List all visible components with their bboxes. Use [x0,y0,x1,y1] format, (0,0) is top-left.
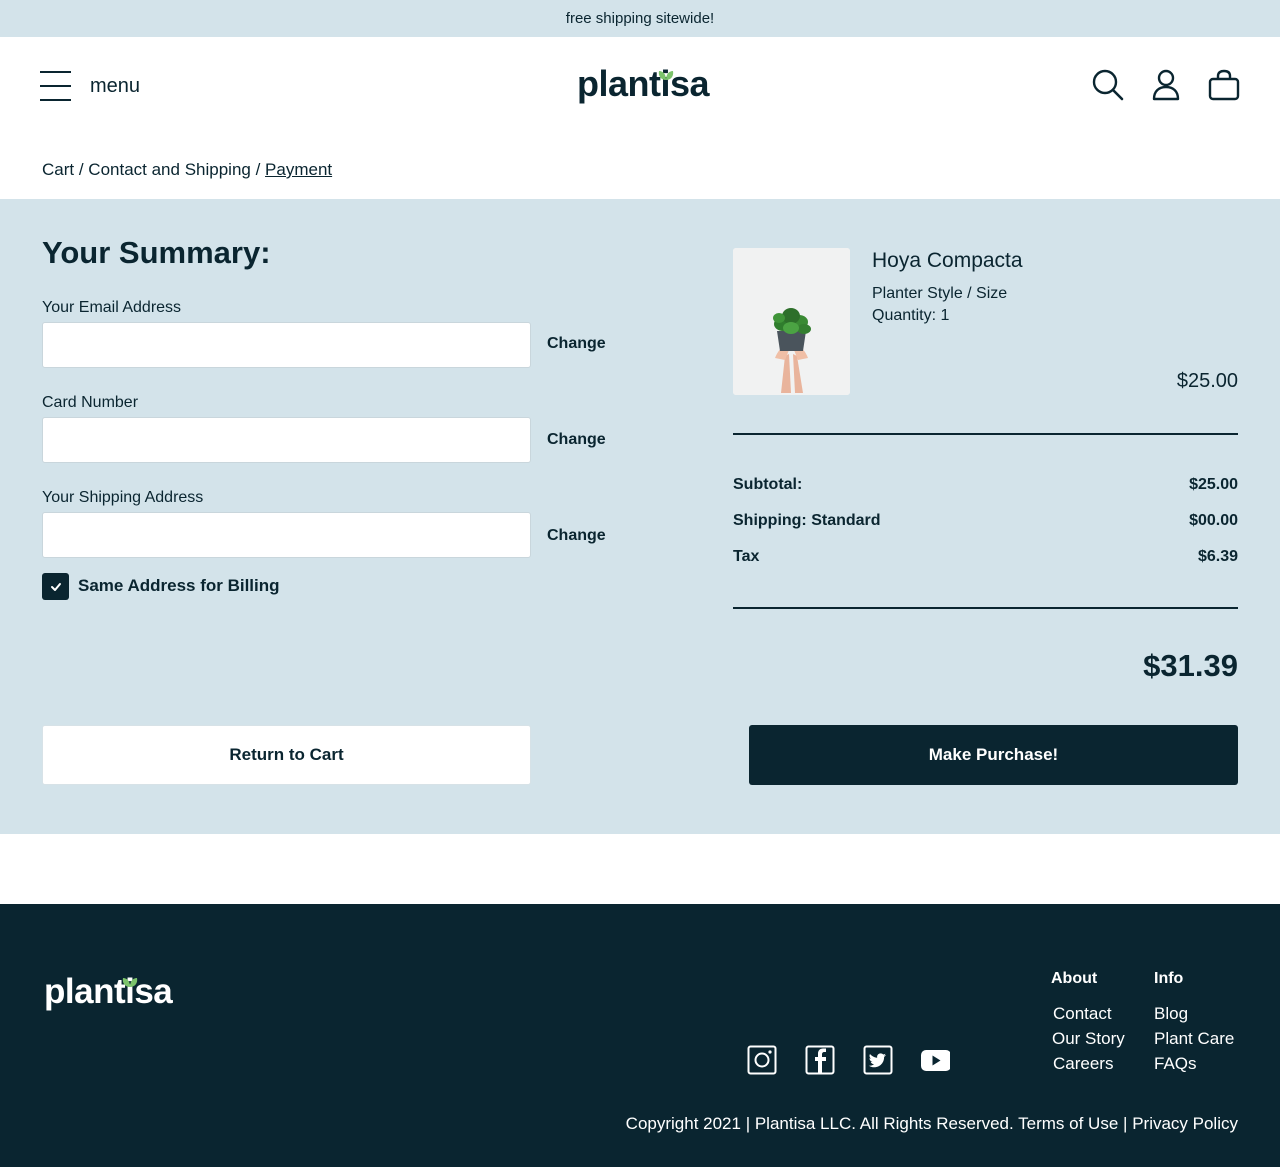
hamburger-icon [40,71,71,102]
footer-link-plant-care[interactable]: Plant Care [1154,1029,1234,1048]
logo-text: plantisa [577,63,710,104]
footer-logo-text: plantisa [44,972,173,1011]
footer-link-faqs[interactable]: FAQs [1154,1054,1234,1073]
email-label: Your Email Address [42,299,182,316]
instagram-icon[interactable] [747,1045,777,1075]
card-number-label: Card Number [42,394,139,411]
footer-divider: | [1123,1114,1128,1133]
copyright: Copyright 2021 | Plantisa LLC. All Right… [626,1114,1238,1134]
terms-of-use-link[interactable]: Terms of Use [1018,1114,1118,1133]
divider [733,433,1238,435]
facebook-icon[interactable] [805,1045,835,1075]
footer-link-contact[interactable]: Contact [1053,1004,1125,1023]
billing-checkbox[interactable] [42,573,69,600]
promo-text: free shipping sitewide! [565,10,715,27]
order-total: $31.39 [1143,648,1238,683]
change-card-link[interactable]: Change [547,431,606,449]
product-style: Planter Style / Size [872,285,1008,302]
menu-label: menu [90,75,141,97]
breadcrumb-cart[interactable]: Cart [42,160,74,179]
shipping-address-field[interactable] [42,512,531,558]
footer-about-title: About [1051,970,1098,987]
tax-value: $6.39 [1197,548,1238,565]
site-logo[interactable]: plantisa [577,63,710,111]
product-image [733,248,850,395]
product-quantity: Quantity: 1 [872,307,950,324]
twitter-icon[interactable] [863,1045,893,1075]
footer-link-careers[interactable]: Careers [1053,1054,1125,1073]
change-email-link[interactable]: Change [547,335,606,353]
youtube-icon[interactable] [920,1045,950,1075]
bag-icon[interactable] [1208,69,1240,101]
footer-logo[interactable]: plantisa [44,972,173,1012]
footer-about-column: About Contact Our Story Careers [1051,970,1125,1079]
header-icons [1092,69,1240,101]
checkout-section: Your Summary: Your Email Address Change … [0,199,1280,834]
shipping-value: $00.00 [1189,512,1238,529]
product-name: Hoya Compacta [872,249,1023,272]
tax-label: Tax [733,548,760,565]
menu-button[interactable]: menu [40,71,140,102]
shipping-address-label: Your Shipping Address [42,489,204,506]
divider [733,607,1238,609]
leaf-icon [122,978,138,987]
site-footer: plantisa About Contact Our Story Careers… [0,904,1280,1167]
email-field[interactable] [42,322,531,368]
promo-banner: free shipping sitewide! [0,0,1280,37]
card-number-field[interactable] [42,417,531,463]
footer-link-blog[interactable]: Blog [1154,1004,1234,1023]
leaf-icon [658,71,674,80]
subtotal-value: $25.00 [1189,476,1238,493]
breadcrumb: Cart / Contact and Shipping / Payment [42,160,332,180]
footer-info-title: Info [1154,970,1184,987]
privacy-policy-link[interactable]: Privacy Policy [1132,1114,1238,1133]
breadcrumb-payment[interactable]: Payment [265,160,332,179]
breadcrumb-contact[interactable]: Contact and Shipping [88,160,251,179]
breadcrumb-separator: / [250,160,266,179]
page-title: Your Summary: [42,235,271,270]
search-icon[interactable] [1092,69,1124,101]
checkmark-icon [50,582,61,591]
footer-link-our-story[interactable]: Our Story [1052,1029,1125,1048]
footer-info-column: Info Blog Plant Care FAQs [1154,970,1234,1079]
subtotal-label: Subtotal: [733,476,803,493]
change-address-link[interactable]: Change [547,527,606,545]
shipping-label: Shipping: Standard [733,512,881,529]
billing-checkbox-label[interactable]: Same Address for Billing [78,576,280,596]
product-price: $25.00 [1176,370,1238,392]
plant-photo [733,248,850,395]
account-icon[interactable] [1150,69,1182,101]
site-header: menu plantisa [0,37,1280,137]
copyright-text: Copyright 2021 | Plantisa LLC. All Right… [625,1114,1014,1133]
breadcrumb-separator: / [74,160,89,179]
return-to-cart-button[interactable]: Return to Cart [42,725,531,785]
make-purchase-button[interactable]: Make Purchase! [749,725,1238,785]
